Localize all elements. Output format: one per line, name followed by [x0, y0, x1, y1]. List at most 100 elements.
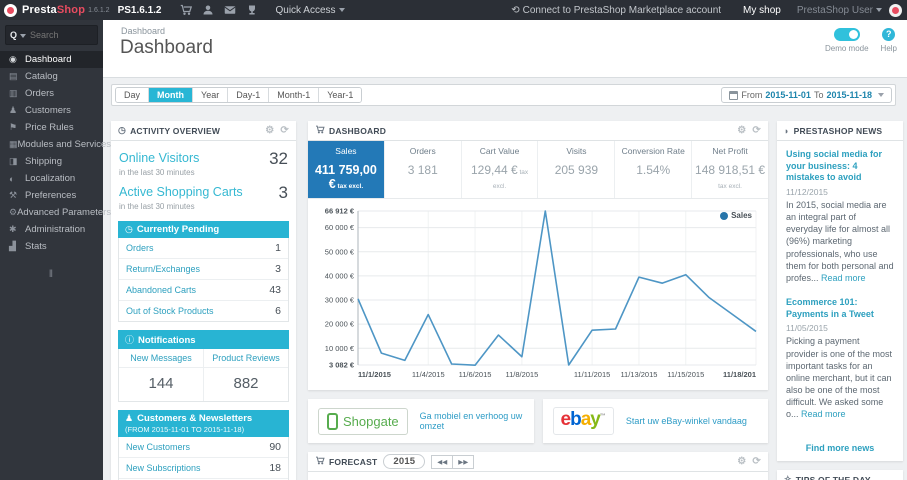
gear-icon[interactable]: ⚙	[265, 125, 274, 136]
user-avatar[interactable]	[889, 3, 902, 17]
kpi-value: 1.54%	[636, 163, 671, 177]
read-more-link[interactable]: Read more	[821, 273, 866, 283]
search-input[interactable]	[30, 30, 89, 40]
range-button-year-1[interactable]: Year-1	[319, 88, 362, 102]
customer-icon[interactable]	[197, 4, 219, 16]
range-button-group: Day Month Year Day-1 Month-1 Year-1	[115, 87, 363, 103]
stat-label: New Customers	[126, 442, 191, 452]
notification-label[interactable]: Product Reviews	[204, 349, 288, 368]
dashboard-panel: DASHBOARD ⚙ ⟳ Sales 411 759,00 € tax excl.…	[308, 121, 768, 390]
range-button-day-1[interactable]: Day-1	[228, 88, 270, 102]
ebay-promo-link[interactable]: Start uw eBay-winkel vandaag	[626, 416, 747, 426]
ebay-letter: a	[580, 409, 592, 430]
forecast-next-button[interactable]: ▶▶	[453, 454, 475, 469]
messages-icon[interactable]	[219, 4, 241, 16]
demo-mode-toggle[interactable]	[833, 28, 860, 41]
range-button-month-1[interactable]: Month-1	[269, 88, 320, 102]
kpi-conversion-rate[interactable]: Conversion Rate 1.54%	[615, 141, 693, 198]
help-icon[interactable]: ?	[882, 28, 896, 41]
sidebar-item-customers[interactable]: ♟ Customers	[0, 102, 103, 119]
notification-label[interactable]: New Messages	[119, 349, 203, 368]
refresh-icon[interactable]: ⟳	[280, 125, 289, 136]
my-shop-link[interactable]: My shop	[743, 5, 781, 16]
news-article: Ecommerce 101: Payments in a Tweet 11/05/…	[786, 297, 894, 420]
forecast-prev-button[interactable]: ◀◀	[431, 454, 454, 469]
sidebar-item-preferences[interactable]: ⚒ Preferences	[0, 187, 103, 204]
read-more-link[interactable]: Read more	[801, 409, 846, 419]
user-menu[interactable]: PrestaShop User	[797, 5, 882, 16]
stat-row-orders[interactable]: Orders 1	[119, 238, 288, 259]
stat-row-new-subscriptions[interactable]: New Subscriptions 18	[119, 458, 288, 479]
sidebar-item-label: Dashboard	[25, 54, 72, 65]
sidebar-item-stats[interactable]: ▟ Stats	[0, 238, 103, 255]
news-list: Using social media for your business: 4 …	[777, 141, 903, 437]
kpi-cart-value[interactable]: Cart Value 129,44 € tax excl.	[462, 141, 539, 198]
sidebar-item-localization[interactable]: ◐ Localization	[0, 170, 103, 187]
prestashop-news-panel: ◗ PRESTASHOP NEWS Using social media for…	[777, 121, 903, 462]
news-article-title[interactable]: Using social media for your business: 4 …	[786, 149, 894, 184]
range-button-day[interactable]: Day	[116, 88, 150, 102]
sync-icon: ⟲	[511, 4, 520, 16]
find-more-news-link[interactable]: Find more news	[777, 437, 903, 461]
active-carts-stat[interactable]: Active Shopping Carts in the last 30 minu…	[118, 179, 289, 213]
stat-row-abandoned-carts[interactable]: Abandoned Carts 43	[119, 280, 288, 301]
sidebar-item-modules-and-services[interactable]: ▦ Modules and Services	[0, 136, 111, 153]
kpi-suffix: tax excl.	[718, 183, 742, 190]
cart-icon	[315, 456, 325, 467]
sidebar-item-label: Advanced Parameters	[17, 207, 112, 218]
sidebar-menu: ◉ Dashboard ▤ Catalog ▥ Orders ♟ Customers ⚑ Pric…	[0, 51, 111, 255]
news-article-excerpt: Picking a payment provider is one of the…	[786, 336, 893, 420]
news-article-title[interactable]: Ecommerce 101: Payments in a Tweet	[786, 297, 894, 320]
stat-row-new-customers[interactable]: New Customers 90	[119, 437, 288, 458]
sidebar-item-orders[interactable]: ▥ Orders	[0, 85, 103, 102]
kpi-orders[interactable]: Orders 3 181	[385, 141, 462, 198]
kpi-label: Conversion Rate	[621, 146, 685, 156]
ebay-promo-card[interactable]: ebay™ Start uw eBay-winkel vandaag	[542, 399, 768, 443]
kpi-net-profit[interactable]: Net Profit 148 918,51 € tax excl.	[692, 141, 768, 198]
forecast-year: 2015	[383, 454, 426, 469]
kpi-value: 148 918,51 € tax excl.	[695, 163, 766, 190]
version-label: 1.6.1.2	[88, 6, 110, 14]
truck-icon: ◨	[9, 156, 18, 166]
person-icon: ♟	[125, 413, 134, 423]
kpi-label: Cart Value	[479, 146, 520, 156]
rss-icon: ◗	[784, 125, 790, 136]
wrench-icon: ⚒	[9, 190, 18, 200]
sidebar-item-dashboard[interactable]: ◉ Dashboard	[0, 51, 103, 68]
sidebar-search[interactable]: Q	[5, 25, 98, 45]
sidebar-item-advanced-parameters[interactable]: ⚙ Advanced Parameters	[0, 204, 111, 221]
list-icon: ▥	[9, 88, 18, 98]
kpi-visits[interactable]: Visits 205 939	[538, 141, 616, 198]
gear-icon[interactable]: ⚙	[737, 456, 746, 467]
quick-access-menu[interactable]: Quick Access	[275, 5, 345, 16]
kpi-value: 205 939	[554, 163, 599, 177]
kpi-sales[interactable]: Sales 411 759,00 € tax excl.	[308, 141, 385, 198]
marketplace-link[interactable]: ⟲ Connect to PrestaShop Marketplace accou…	[511, 5, 721, 16]
news-article-excerpt: In 2015, social media are an integral pa…	[786, 200, 894, 283]
date-range-button[interactable]: From 2015-11-01 To 2015-11-18	[721, 87, 892, 103]
kpi-row: Sales 411 759,00 € tax excl. Orders 3 181 Ca…	[308, 141, 768, 199]
sidebar-item-administration[interactable]: ✱ Administration	[0, 221, 103, 238]
kpi-label: Orders	[409, 146, 436, 156]
sidebar-item-shipping[interactable]: ◨ Shipping	[0, 153, 103, 170]
gauge-icon: ◉	[9, 54, 17, 64]
stat-row-out-of-stock-products[interactable]: Out of Stock Products 6	[119, 301, 288, 321]
shopgate-promo-card[interactable]: Shopgate Ga mobiel en verhoog uw omzet	[308, 399, 534, 443]
range-button-year[interactable]: Year	[193, 88, 229, 102]
shopgate-promo-link[interactable]: Ga mobiel en verhoog uw omzet	[420, 411, 524, 431]
stat-row-return-exchanges[interactable]: Return/Exchanges 3	[119, 259, 288, 280]
range-button-month[interactable]: Month	[149, 88, 194, 102]
refresh-icon[interactable]: ⟳	[752, 125, 761, 136]
refresh-icon[interactable]: ⟳	[752, 456, 761, 467]
svg-text:11/13/2015: 11/13/2015	[620, 370, 657, 379]
cart-icon[interactable]	[175, 4, 197, 16]
sidebar-item-price-rules[interactable]: ⚑ Price Rules	[0, 119, 103, 136]
gear-icon[interactable]: ⚙	[737, 125, 746, 136]
collapse-sidebar-button[interactable]: ‖	[0, 269, 103, 280]
trophy-icon[interactable]	[241, 4, 263, 16]
search-scope-selector[interactable]: Q	[10, 30, 27, 40]
sidebar-item-label: Catalog	[25, 71, 58, 82]
sidebar-item-catalog[interactable]: ▤ Catalog	[0, 68, 103, 85]
online-visitors-stat[interactable]: Online Visitors in the last 30 minutes 32	[118, 145, 289, 179]
sidebar-item-label: Price Rules	[25, 122, 74, 133]
